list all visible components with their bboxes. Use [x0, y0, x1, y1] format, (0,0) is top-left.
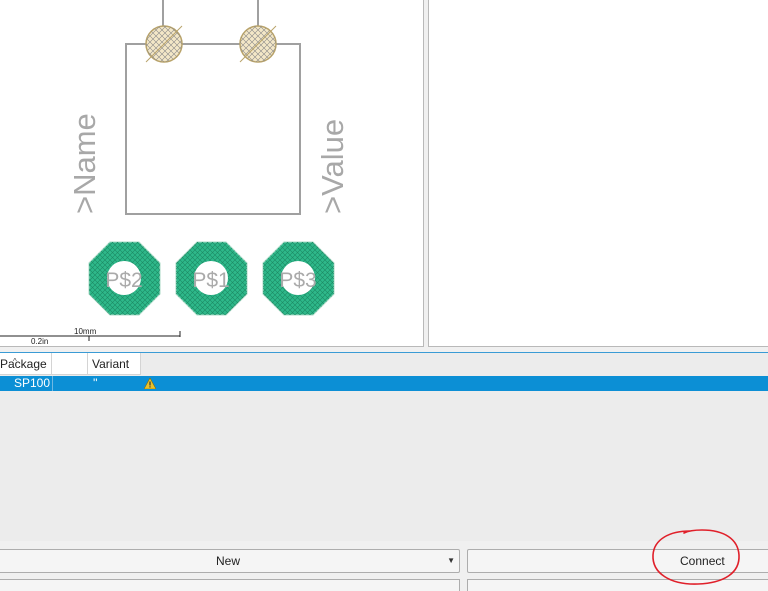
column-header-package[interactable]: Package ^ [0, 353, 52, 375]
package-cell: SP100 [14, 376, 51, 390]
scale-bar: 10mm 0.2in [0, 327, 181, 346]
pad-p3: P$3 [262, 241, 335, 316]
secondary-control-right[interactable] [467, 579, 768, 591]
scale-metric: 10mm [74, 327, 97, 336]
table-row[interactable]: SP100 '' [0, 376, 768, 391]
package-table[interactable]: Package ^ Variant SP100 '' [0, 352, 768, 542]
symbol-preview-canvas[interactable] [428, 0, 768, 347]
pad-label: P$3 [279, 269, 316, 292]
pad-label: P$2 [105, 269, 142, 292]
pad-p2: P$2 [88, 241, 161, 316]
package-outline [125, 43, 301, 215]
warning-icon [143, 377, 157, 392]
value-label: >Value [315, 119, 350, 214]
pad-p1: P$1 [175, 241, 248, 316]
bottom-toolbar: New ▼ Connect [0, 541, 768, 591]
connect-button[interactable]: Connect [467, 549, 768, 573]
name-label: >Name [67, 113, 102, 214]
new-dropdown[interactable]: New ▼ [0, 549, 460, 573]
column-header-variant[interactable]: Variant [88, 353, 141, 375]
pin-2 [239, 25, 277, 63]
scale-imperial: 0.2in [31, 337, 48, 346]
sort-up-icon: ^ [13, 357, 17, 366]
chevron-down-icon: ▼ [447, 556, 455, 565]
new-label: New [215, 554, 240, 568]
variant-cell: '' [93, 376, 98, 390]
footprint-drawing: >Name >Value P$2 P$1 P$3 10mm 0.2in [0, 0, 350, 346]
secondary-control-left[interactable] [0, 579, 460, 591]
pad-label: P$1 [192, 269, 229, 292]
connect-label: Connect [680, 554, 725, 568]
pin-1 [145, 25, 183, 63]
package-preview-canvas[interactable]: >Name >Value P$2 P$1 P$3 10mm 0.2in [0, 0, 424, 347]
column-header-blank[interactable] [52, 353, 88, 375]
